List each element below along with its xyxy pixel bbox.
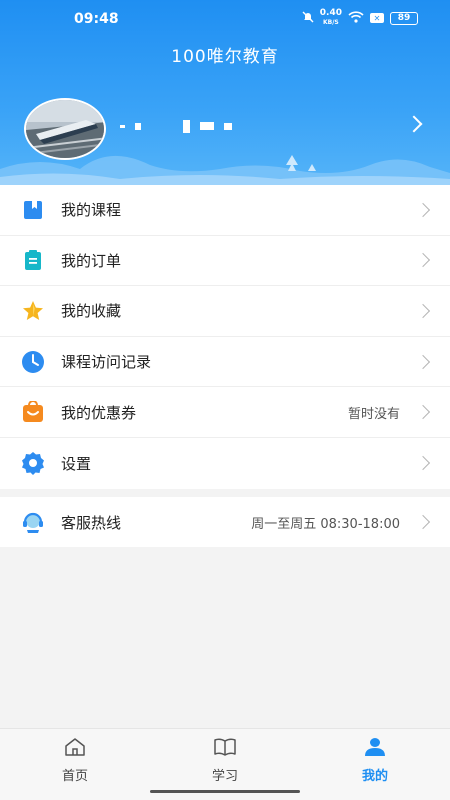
tab-study-label: 学习 bbox=[211, 769, 238, 784]
service-label: 客服热线 bbox=[61, 513, 122, 532]
wifi-icon bbox=[348, 10, 364, 26]
menu-item-favorites[interactable]: 我的收藏 bbox=[0, 286, 450, 337]
bag-icon bbox=[21, 400, 45, 424]
clock-icon bbox=[21, 350, 45, 374]
open-book-icon bbox=[213, 737, 237, 761]
headset-icon bbox=[21, 510, 45, 534]
menu-item-settings[interactable]: 设置 bbox=[0, 438, 450, 489]
status-bar: 09:48 0.40 KB/S ✕ 89 bbox=[0, 0, 450, 38]
net-speed: 0.40 bbox=[319, 8, 342, 18]
status-time: 09:48 bbox=[74, 11, 119, 27]
service-hours: 周一至周五 08:30-18:00 bbox=[251, 516, 400, 532]
mute-icon bbox=[302, 11, 314, 26]
gear-icon bbox=[21, 451, 45, 476]
star-icon bbox=[21, 299, 45, 323]
service-hotline[interactable]: 客服热线 周一至周五 08:30-18:00 bbox=[0, 497, 450, 547]
menu-item-label: 我的课程 bbox=[61, 201, 122, 220]
close-box-icon: ✕ bbox=[370, 13, 384, 23]
menu-item-label: 设置 bbox=[61, 454, 92, 473]
status-icons: 0.40 KB/S ✕ 89 bbox=[302, 9, 418, 27]
menu-list: 我的课程 我的订单 我的收藏 课程访问记录 我的优惠券 暂时没有 设置 bbox=[0, 185, 450, 489]
chevron-right-icon bbox=[415, 456, 431, 471]
tab-home[interactable]: 首页 bbox=[25, 737, 125, 784]
book-icon bbox=[21, 198, 45, 222]
menu-item-label: 课程访问记录 bbox=[61, 353, 152, 372]
tab-home-label: 首页 bbox=[61, 769, 88, 784]
menu-item-label: 我的订单 bbox=[61, 251, 122, 270]
home-icon bbox=[64, 737, 86, 761]
tab-mine-label: 我的 bbox=[361, 769, 388, 784]
coupon-status: 暂时没有 bbox=[347, 406, 400, 422]
speed-indicator: 0.40 KB/S bbox=[320, 9, 342, 27]
battery-icon: 89 bbox=[390, 11, 418, 25]
menu-item-orders[interactable]: 我的订单 bbox=[0, 236, 450, 287]
tab-study[interactable]: 学习 bbox=[175, 737, 275, 784]
tab-mine[interactable]: 我的 bbox=[325, 737, 425, 784]
menu-item-label: 我的收藏 bbox=[61, 302, 122, 321]
home-indicator[interactable] bbox=[150, 790, 300, 793]
net-unit: KB/S bbox=[323, 19, 339, 26]
chevron-right-icon bbox=[415, 202, 431, 217]
menu-item-coupons[interactable]: 我的优惠券 暂时没有 bbox=[0, 387, 450, 438]
menu-item-courses[interactable]: 我的课程 bbox=[0, 185, 450, 236]
chevron-right-icon bbox=[415, 303, 431, 319]
username-placeholder bbox=[120, 118, 232, 134]
menu-item-history[interactable]: 课程访问记录 bbox=[0, 337, 450, 388]
clipboard-icon bbox=[21, 248, 45, 272]
chevron-right-icon bbox=[415, 405, 431, 420]
chevron-right-icon bbox=[415, 253, 431, 268]
user-icon bbox=[364, 737, 386, 761]
page-title: 100唯尔教育 bbox=[171, 47, 279, 67]
hills-decoration bbox=[0, 155, 450, 185]
chevron-right-icon bbox=[415, 354, 431, 369]
profile-header: 09:48 0.40 KB/S ✕ 89 100唯尔教育 bbox=[0, 0, 450, 185]
profile-chevron-icon[interactable] bbox=[405, 115, 423, 133]
menu-item-label: 我的优惠券 bbox=[61, 403, 137, 422]
chevron-right-icon bbox=[415, 514, 431, 530]
